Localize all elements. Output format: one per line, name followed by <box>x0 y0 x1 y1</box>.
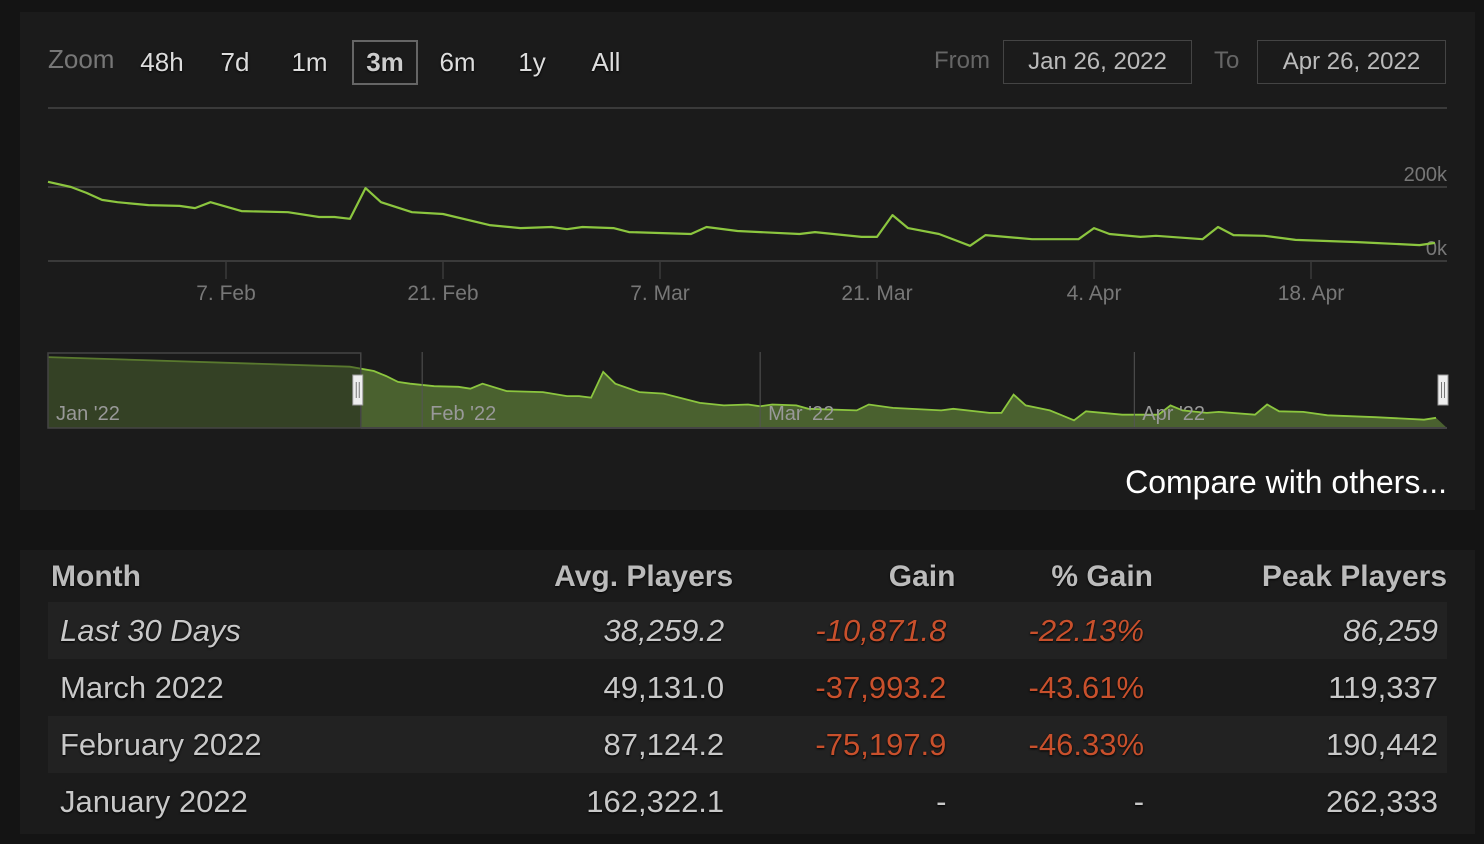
header-avg-players: Avg. Players <box>554 560 734 593</box>
table-row: January 2022 162,322.1 - - 262,333 <box>48 773 1447 830</box>
cell-gain: -75,197.9 <box>733 716 956 773</box>
cell-month: February 2022 <box>48 716 449 773</box>
cell-gain: - <box>936 783 947 819</box>
cell-month: Last 30 Days <box>48 602 449 659</box>
handle-body <box>352 374 364 406</box>
handle-body <box>1437 374 1449 406</box>
cell-avg: 87,124.2 <box>449 716 734 773</box>
cell-peak: 86,259 <box>1153 602 1447 659</box>
cell-peak: 262,333 <box>1325 783 1438 819</box>
x-tick-label: 21. Mar <box>841 282 912 305</box>
x-tick-label: 18. Apr <box>1278 282 1345 305</box>
header-peak-players: Peak Players <box>1261 560 1447 593</box>
player-count-chart[interactable]: 200k 0k 7. Feb 21. Feb 7. Mar 21. Mar 4. Apr 18… <box>0 0 1484 440</box>
y-tick-label: 200k <box>1404 164 1448 186</box>
navigator-left-handle[interactable] <box>352 374 364 406</box>
navigator-right-handle[interactable] <box>1437 374 1449 406</box>
header-month: Month <box>51 560 141 593</box>
cell-avg: 49,131.0 <box>603 669 725 705</box>
header-gain: Gain <box>888 560 956 593</box>
cell-peak: 119,337 <box>1328 669 1438 705</box>
table-header-row: Month Avg. Players Gain % Gain Peak Play… <box>48 552 1447 602</box>
x-tick-label: 7. Feb <box>196 282 256 305</box>
player-count-line <box>47 180 1436 247</box>
navigator-month-label: Jan '22 <box>56 403 120 425</box>
cell-pct-gain: -22.13% <box>955 602 1154 659</box>
navigator-month-label: Apr '22 <box>1142 403 1205 425</box>
y-tick-label: 0k <box>1426 238 1448 260</box>
cell-avg: 162,322.1 <box>586 783 725 819</box>
cell-pct-gain: - <box>1133 783 1145 819</box>
cell-avg: 38,259.2 <box>449 602 734 659</box>
cell-gain: -37,993.2 <box>815 669 947 705</box>
table-row: March 2022 49,131.0 -37,993.2 -43.61% 11… <box>48 659 1447 716</box>
cell-pct-gain: -46.33% <box>955 716 1154 773</box>
table-row: February 2022 87,124.2 -75,197.9 -46.33%… <box>48 716 1447 773</box>
x-tick-label: 4. Apr <box>1067 282 1122 305</box>
cell-peak: 190,442 <box>1153 716 1447 773</box>
cell-month: March 2022 <box>60 669 224 705</box>
x-tick-label: 7. Mar <box>630 282 690 305</box>
compare-with-others-link[interactable]: Compare with others... <box>1125 464 1447 501</box>
navigator-month-label: Feb '22 <box>430 403 496 425</box>
navigator-month-label: Mar '22 <box>768 403 834 425</box>
cell-pct-gain: -43.61% <box>1028 669 1145 705</box>
cell-month: January 2022 <box>60 783 248 819</box>
cell-gain: -10,871.8 <box>733 602 956 659</box>
header-pct-gain: % Gain <box>1051 560 1154 593</box>
table-row: Last 30 Days 38,259.2 -10,871.8 -22.13% … <box>48 602 1447 659</box>
monthly-stats-table: Month Avg. Players Gain % Gain Peak Play… <box>48 552 1447 830</box>
x-tick-label: 21. Feb <box>407 282 478 305</box>
